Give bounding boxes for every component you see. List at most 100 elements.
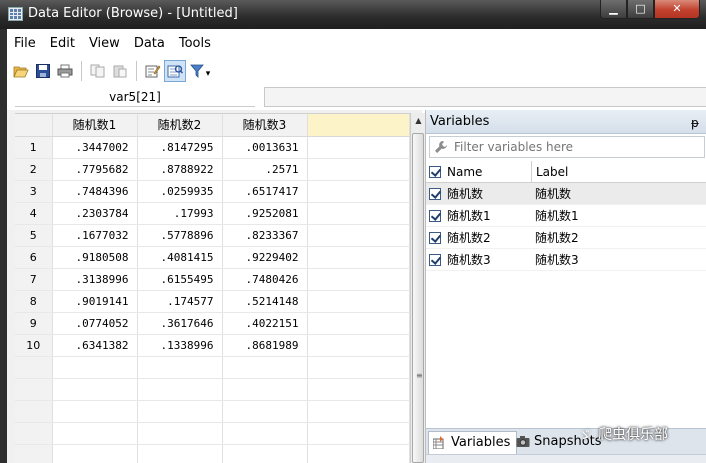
- data-cell[interactable]: .9180508: [52, 246, 138, 269]
- data-cell[interactable]: .4081415: [137, 246, 223, 269]
- data-cell[interactable]: .9229402: [222, 246, 308, 269]
- column-header[interactable]: 随机数3: [222, 114, 308, 137]
- menu-tools[interactable]: Tools: [172, 36, 218, 51]
- row-number[interactable]: 5: [15, 224, 53, 247]
- empty-cell[interactable]: [307, 444, 410, 463]
- row-number[interactable]: [15, 356, 53, 379]
- empty-cell[interactable]: [137, 378, 223, 401]
- column-header[interactable]: 随机数2: [137, 114, 223, 137]
- column-header[interactable]: 随机数1: [52, 114, 138, 137]
- save-button[interactable]: [32, 60, 54, 82]
- filter-button[interactable]: ▾: [186, 60, 214, 82]
- table-row[interactable]: 8.9019141.174577.5214148: [15, 290, 410, 313]
- table-row[interactable]: 3.7484396.0259935.6517417: [15, 180, 410, 203]
- empty-cell[interactable]: [307, 158, 410, 181]
- table-row[interactable]: 10.6341382.1338996.8681989: [15, 334, 410, 357]
- empty-cell[interactable]: [137, 356, 223, 379]
- vertical-scrollbar[interactable]: ▲ ≡: [410, 113, 425, 463]
- variable-checkbox[interactable]: [429, 253, 441, 266]
- table-row[interactable]: 9.0774052.3617646.4022151: [15, 312, 410, 335]
- close-button[interactable]: ✕: [654, 0, 700, 19]
- data-cell[interactable]: .8681989: [222, 334, 308, 357]
- data-cell[interactable]: .7484396: [52, 180, 138, 203]
- menu-data[interactable]: Data: [127, 36, 172, 51]
- data-cell[interactable]: .6341382: [52, 334, 138, 357]
- data-cell[interactable]: .1677032: [52, 224, 138, 247]
- data-cell[interactable]: .2571: [222, 158, 308, 181]
- variable-checkbox[interactable]: [429, 209, 441, 222]
- empty-cell[interactable]: [222, 422, 308, 445]
- cell-reference[interactable]: var5[21]: [15, 87, 255, 107]
- minimize-button[interactable]: ▁: [600, 0, 627, 19]
- data-cell[interactable]: .2303784: [52, 202, 138, 225]
- variable-row[interactable]: 随机数1 随机数1: [426, 205, 706, 227]
- table-row[interactable]: 4.2303784.17993.9252081: [15, 202, 410, 225]
- empty-cell[interactable]: [52, 356, 138, 379]
- data-cell[interactable]: .5778896: [137, 224, 223, 247]
- empty-cell[interactable]: [307, 136, 410, 159]
- table-row[interactable]: 2.7795682.8788922.2571: [15, 158, 410, 181]
- data-cell[interactable]: .7480426: [222, 268, 308, 291]
- data-cell[interactable]: .8233367: [222, 224, 308, 247]
- empty-cell[interactable]: [52, 422, 138, 445]
- empty-cell[interactable]: [137, 444, 223, 463]
- row-number[interactable]: 10: [15, 334, 53, 357]
- table-row[interactable]: 5.1677032.5778896.8233367: [15, 224, 410, 247]
- data-cell[interactable]: .6517417: [222, 180, 308, 203]
- copy-button[interactable]: [87, 60, 109, 82]
- edit-mode-button[interactable]: [142, 60, 164, 82]
- data-cell[interactable]: .9252081: [222, 202, 308, 225]
- variable-row[interactable]: 随机数2 随机数2: [426, 227, 706, 249]
- variable-row[interactable]: 随机数3 随机数3: [426, 249, 706, 271]
- empty-cell[interactable]: [307, 378, 410, 401]
- row-number[interactable]: 6: [15, 246, 53, 269]
- row-number[interactable]: 2: [15, 158, 53, 181]
- data-cell[interactable]: .3138996: [52, 268, 138, 291]
- empty-cell[interactable]: [307, 180, 410, 203]
- empty-cell[interactable]: [307, 312, 410, 335]
- menu-edit[interactable]: Edit: [43, 36, 82, 51]
- empty-cell[interactable]: [307, 356, 410, 379]
- row-number[interactable]: 9: [15, 312, 53, 335]
- table-row[interactable]: 1.3447002.8147295.0013631: [15, 136, 410, 159]
- row-number[interactable]: 4: [15, 202, 53, 225]
- filter-variables-input[interactable]: [454, 138, 700, 156]
- data-grid[interactable]: 随机数1 随机数2 随机数3 1.3447002.8147295.0013631…: [15, 113, 410, 463]
- empty-cell[interactable]: [307, 290, 410, 313]
- table-row[interactable]: 6.9180508.4081415.9229402: [15, 246, 410, 269]
- name-column-header[interactable]: Name: [447, 165, 531, 179]
- empty-row[interactable]: [15, 378, 410, 401]
- data-cell[interactable]: .3617646: [137, 312, 223, 335]
- data-cell[interactable]: .3447002: [52, 136, 138, 159]
- label-column-header[interactable]: Label: [531, 161, 641, 182]
- empty-cell[interactable]: [222, 400, 308, 423]
- menu-file[interactable]: File: [7, 36, 43, 51]
- row-number[interactable]: [15, 378, 53, 401]
- maximize-button[interactable]: □: [627, 0, 654, 19]
- data-cell[interactable]: .7795682: [52, 158, 138, 181]
- row-number[interactable]: 8: [15, 290, 53, 313]
- data-cell[interactable]: .6155495: [137, 268, 223, 291]
- row-number[interactable]: 7: [15, 268, 53, 291]
- data-cell[interactable]: .0774052: [52, 312, 138, 335]
- empty-column-header[interactable]: [307, 114, 410, 137]
- scroll-up-arrow[interactable]: ▲: [411, 113, 426, 129]
- row-number[interactable]: 3: [15, 180, 53, 203]
- empty-cell[interactable]: [222, 356, 308, 379]
- empty-row[interactable]: [15, 400, 410, 423]
- select-all-checkbox[interactable]: [429, 165, 441, 178]
- data-cell[interactable]: .1338996: [137, 334, 223, 357]
- paste-button[interactable]: [109, 60, 131, 82]
- browse-mode-button[interactable]: [164, 60, 186, 82]
- empty-cell[interactable]: [137, 422, 223, 445]
- data-cell[interactable]: .5214148: [222, 290, 308, 313]
- empty-cell[interactable]: [52, 400, 138, 423]
- empty-cell[interactable]: [222, 444, 308, 463]
- corner-cell[interactable]: [15, 114, 53, 137]
- open-button[interactable]: [10, 60, 32, 82]
- empty-cell[interactable]: [307, 268, 410, 291]
- data-cell[interactable]: .0013631: [222, 136, 308, 159]
- empty-cell[interactable]: [137, 400, 223, 423]
- empty-cell[interactable]: [307, 400, 410, 423]
- empty-cell[interactable]: [307, 422, 410, 445]
